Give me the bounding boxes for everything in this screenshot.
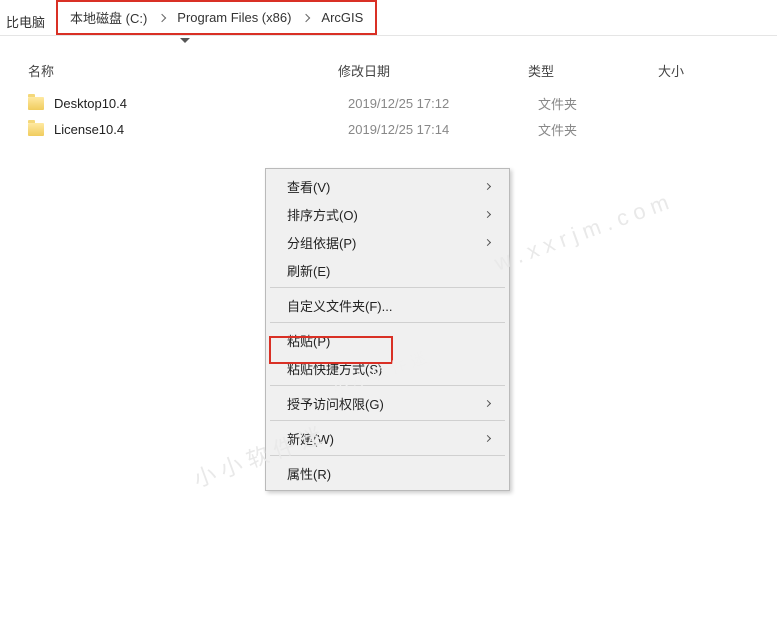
menu-label: 查看(V) — [287, 177, 330, 196]
chevron-right-icon — [484, 182, 491, 189]
menu-label: 刷新(E) — [287, 261, 330, 280]
menu-label: 排序方式(O) — [287, 205, 358, 224]
menu-separator — [270, 385, 505, 386]
menu-label: 粘贴快捷方式(S) — [287, 359, 382, 378]
chevron-right-icon — [484, 238, 491, 245]
breadcrumb-highlight: 本地磁盘 (C:) Program Files (x86) ArcGIS — [56, 0, 377, 35]
breadcrumb-segment[interactable]: ArcGIS — [315, 6, 369, 29]
file-row[interactable]: License10.4 2019/12/25 17:14 文件夹 — [28, 116, 777, 142]
menu-refresh[interactable]: 刷新(E) — [269, 256, 506, 284]
menu-label: 新建(W) — [287, 429, 334, 448]
menu-customize[interactable]: 自定义文件夹(F)... — [269, 291, 506, 319]
chevron-right-icon — [484, 399, 491, 406]
column-headers: 名称 修改日期 类型 大小 — [0, 54, 777, 86]
chevron-right-icon — [484, 434, 491, 441]
menu-grant-access[interactable]: 授予访问权限(G) — [269, 389, 506, 417]
file-name: License10.4 — [54, 122, 348, 137]
menu-separator — [270, 420, 505, 421]
menu-label: 自定义文件夹(F)... — [287, 296, 392, 315]
menu-label: 授予访问权限(G) — [287, 394, 384, 413]
file-date: 2019/12/25 17:12 — [348, 96, 538, 111]
menu-separator — [270, 455, 505, 456]
folder-icon — [28, 123, 44, 136]
menu-group[interactable]: 分组依据(P) — [269, 228, 506, 256]
menu-label: 粘贴(P) — [287, 331, 330, 350]
column-header-date[interactable]: 修改日期 — [338, 61, 528, 80]
watermark: w . x x r j m . c o m — [491, 189, 672, 276]
chevron-right-icon — [158, 13, 166, 21]
file-date: 2019/12/25 17:14 — [348, 122, 538, 137]
column-header-name[interactable]: 名称 — [28, 61, 338, 80]
file-list: Desktop10.4 2019/12/25 17:12 文件夹 License… — [0, 90, 777, 142]
breadcrumb-segment[interactable]: 本地磁盘 (C:) — [64, 4, 153, 31]
menu-paste[interactable]: 粘贴(P) — [269, 326, 506, 354]
menu-separator — [270, 322, 505, 323]
context-menu: 查看(V) 排序方式(O) 分组依据(P) 刷新(E) 自定义文件夹(F)...… — [265, 168, 510, 491]
menu-view[interactable]: 查看(V) — [269, 172, 506, 200]
menu-separator — [270, 287, 505, 288]
file-type: 文件夹 — [538, 120, 668, 139]
file-name: Desktop10.4 — [54, 96, 348, 111]
column-header-size[interactable]: 大小 — [658, 61, 684, 80]
menu-paste-shortcut[interactable]: 粘贴快捷方式(S) — [269, 354, 506, 382]
breadcrumb-segment[interactable]: Program Files (x86) — [171, 6, 297, 29]
menu-label: 分组依据(P) — [287, 233, 356, 252]
file-type: 文件夹 — [538, 94, 668, 113]
menu-new[interactable]: 新建(W) — [269, 424, 506, 452]
chevron-right-icon — [484, 210, 491, 217]
menu-properties[interactable]: 属性(R) — [269, 459, 506, 487]
menu-label: 属性(R) — [287, 464, 331, 483]
dropdown-arrow-icon[interactable] — [180, 38, 190, 43]
menu-sort[interactable]: 排序方式(O) — [269, 200, 506, 228]
breadcrumb-bar: 本地磁盘 (C:) Program Files (x86) ArcGIS — [0, 0, 777, 36]
breadcrumb-root[interactable]: 比电脑 — [0, 8, 51, 35]
chevron-right-icon — [302, 13, 310, 21]
file-row[interactable]: Desktop10.4 2019/12/25 17:12 文件夹 — [28, 90, 777, 116]
column-header-type[interactable]: 类型 — [528, 61, 658, 80]
folder-icon — [28, 97, 44, 110]
